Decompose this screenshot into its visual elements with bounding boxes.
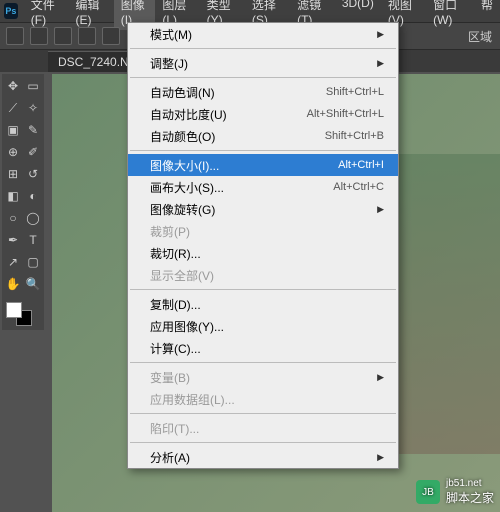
menu-separator bbox=[130, 442, 396, 443]
menu-item-trap: 陷印(T)... bbox=[128, 417, 398, 439]
color-swatches[interactable] bbox=[4, 300, 42, 328]
menu-separator bbox=[130, 77, 396, 78]
menu-item-apply-image[interactable]: 应用图像(Y)... bbox=[128, 315, 398, 337]
menu-item-auto-contrast[interactable]: 自动对比度(U)Alt+Shift+Ctrl+L bbox=[128, 103, 398, 125]
blur-tool-icon[interactable]: ○ bbox=[4, 208, 22, 228]
watermark-site: jb51.net bbox=[446, 478, 494, 489]
menu-item-image-rotation[interactable]: 图像旋转(G) bbox=[128, 198, 398, 220]
zoom-tool-icon[interactable]: 🔍 bbox=[24, 274, 42, 294]
marquee-tool-icon[interactable]: ▭ bbox=[24, 76, 42, 96]
history-tool-icon[interactable]: ↺ bbox=[24, 164, 42, 184]
opt-icon-1[interactable] bbox=[30, 27, 48, 45]
pen-tool-icon[interactable]: ✒ bbox=[4, 230, 22, 250]
menu-file[interactable]: 文件(F) bbox=[24, 0, 69, 30]
app-logo: Ps bbox=[4, 3, 18, 19]
menu-edit[interactable]: 编辑(E) bbox=[68, 0, 113, 30]
menu-window[interactable]: 窗口(W) bbox=[426, 0, 474, 30]
opt-icon-2[interactable] bbox=[54, 27, 72, 45]
watermark: JB jb51.net 脚本之家 bbox=[416, 478, 494, 506]
image-dropdown-menu: 模式(M) 调整(J) 自动色调(N)Shift+Ctrl+L 自动对比度(U)… bbox=[127, 22, 399, 469]
menu-separator bbox=[130, 48, 396, 49]
tool-preset-icon[interactable] bbox=[6, 27, 24, 45]
menu-separator bbox=[130, 362, 396, 363]
hand-tool-icon[interactable]: ✋ bbox=[4, 274, 22, 294]
foreground-swatch[interactable] bbox=[6, 302, 22, 318]
lasso-tool-icon[interactable]: ⟋ bbox=[4, 98, 22, 118]
menu-item-mode[interactable]: 模式(M) bbox=[128, 23, 398, 45]
watermark-text: 脚本之家 bbox=[446, 489, 494, 506]
menu-item-image-size[interactable]: 图像大小(I)...Alt+Ctrl+I bbox=[128, 154, 398, 176]
move-tool-icon[interactable]: ✥ bbox=[4, 76, 22, 96]
dodge-tool-icon[interactable]: ◯ bbox=[24, 208, 42, 228]
menu-item-adjustments[interactable]: 调整(J) bbox=[128, 52, 398, 74]
shape-tool-icon[interactable]: ▢ bbox=[24, 252, 42, 272]
menu-item-reveal-all: 显示全部(V) bbox=[128, 264, 398, 286]
watermark-logo-icon: JB bbox=[416, 480, 440, 504]
opt-icon-3[interactable] bbox=[78, 27, 96, 45]
menu-item-analysis[interactable]: 分析(A) bbox=[128, 446, 398, 468]
opt-right-label: 区域 bbox=[468, 28, 492, 45]
menu-item-apply-dataset: 应用数据组(L)... bbox=[128, 388, 398, 410]
eraser-tool-icon[interactable]: ◧ bbox=[4, 186, 22, 206]
document-tab[interactable]: DSC_7240.N bbox=[48, 51, 139, 72]
eyedropper-tool-icon[interactable]: ✎ bbox=[24, 120, 42, 140]
menu-item-crop: 裁剪(P) bbox=[128, 220, 398, 242]
menu-item-auto-tone[interactable]: 自动色调(N)Shift+Ctrl+L bbox=[128, 81, 398, 103]
wand-tool-icon[interactable]: ✧ bbox=[24, 98, 42, 118]
menu-help[interactable]: 帮 bbox=[474, 0, 500, 30]
brush-tool-icon[interactable]: ✐ bbox=[24, 142, 42, 162]
menu-separator bbox=[130, 413, 396, 414]
opt-icon-4[interactable] bbox=[102, 27, 120, 45]
menu-separator bbox=[130, 150, 396, 151]
type-tool-icon[interactable]: T bbox=[24, 230, 42, 250]
menu-item-calculations[interactable]: 计算(C)... bbox=[128, 337, 398, 359]
menu-item-auto-color[interactable]: 自动颜色(O)Shift+Ctrl+B bbox=[128, 125, 398, 147]
heal-tool-icon[interactable]: ⊕ bbox=[4, 142, 22, 162]
tool-palette: ✥ ▭ ⟋ ✧ ▣ ✎ ⊕ ✐ ⊞ ↺ ◧ ◐ ○ ◯ ✒ T ↗ ▢ ✋ 🔍 bbox=[2, 74, 44, 330]
path-tool-icon[interactable]: ↗ bbox=[4, 252, 22, 272]
menu-item-duplicate[interactable]: 复制(D)... bbox=[128, 293, 398, 315]
menu-item-canvas-size[interactable]: 画布大小(S)...Alt+Ctrl+C bbox=[128, 176, 398, 198]
menu-item-variables: 变量(B) bbox=[128, 366, 398, 388]
gradient-tool-icon[interactable]: ◐ bbox=[24, 186, 42, 206]
crop-tool-icon[interactable]: ▣ bbox=[4, 120, 22, 140]
menu-separator bbox=[130, 289, 396, 290]
stamp-tool-icon[interactable]: ⊞ bbox=[4, 164, 22, 184]
menu-item-trim[interactable]: 裁切(R)... bbox=[128, 242, 398, 264]
